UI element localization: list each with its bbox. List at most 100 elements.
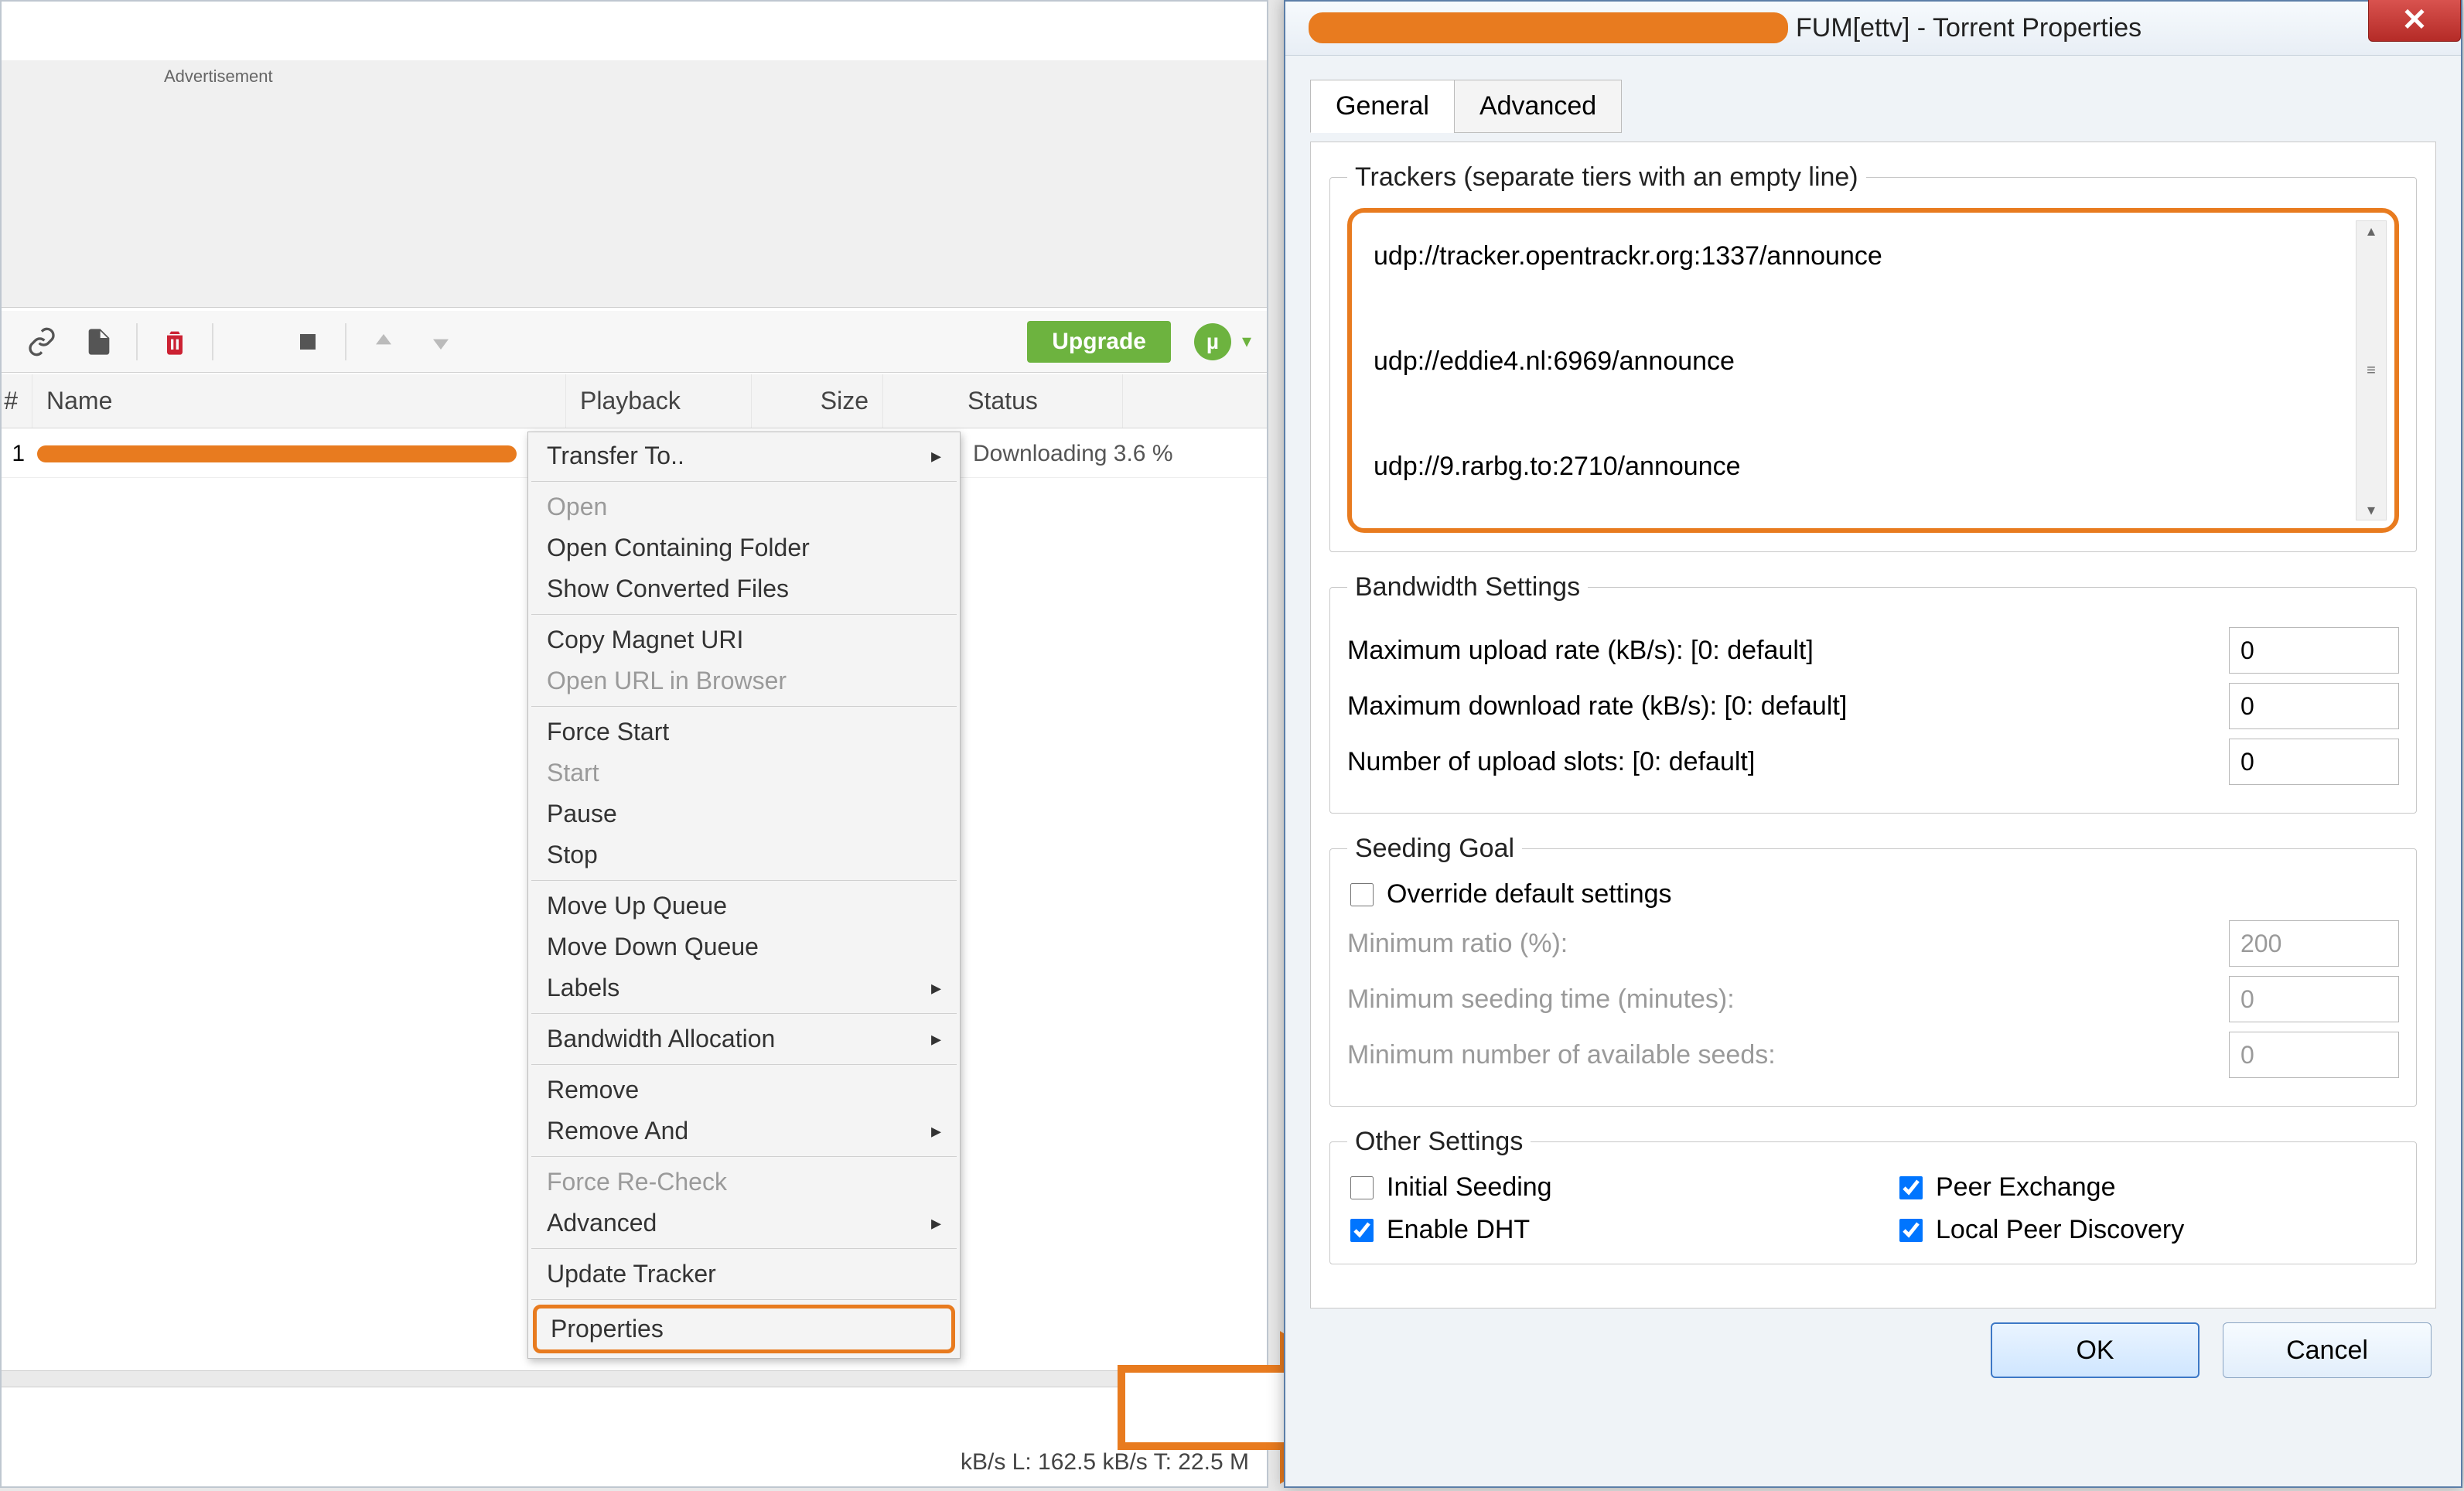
row-number: 1 (2, 441, 32, 467)
peer-exchange-checkbox[interactable] (1899, 1176, 1923, 1199)
col-header-size[interactable]: Size (752, 374, 883, 428)
menu-separator (531, 1013, 957, 1014)
upload-slots-input[interactable] (2229, 739, 2399, 785)
utorrent-logo-icon[interactable]: µ (1194, 323, 1231, 360)
other-settings-fieldset: Other Settings Initial Seeding Peer Exch… (1329, 1127, 2417, 1264)
toolbar-separator (345, 323, 346, 360)
menu-separator (531, 481, 957, 482)
menu-labels[interactable]: Labels ▸ (528, 967, 960, 1008)
menu-label: Stop (547, 841, 598, 869)
close-icon[interactable]: ✕ (2368, 0, 2461, 42)
menu-open-url-in-browser: Open URL in Browser (528, 660, 960, 701)
menu-label: Update Tracker (547, 1260, 716, 1288)
menu-move-down-queue[interactable]: Move Down Queue (528, 926, 960, 967)
move-down-icon[interactable] (416, 320, 466, 363)
seeding-goal-fieldset: Seeding Goal Override default settings M… (1329, 834, 2417, 1107)
submenu-arrow-icon: ▸ (931, 976, 941, 1000)
menu-force-start[interactable]: Force Start (528, 711, 960, 752)
menu-remove[interactable]: Remove (528, 1070, 960, 1111)
other-settings-legend: Other Settings (1347, 1127, 1531, 1157)
upgrade-button[interactable]: Upgrade (1027, 321, 1171, 363)
menu-stop[interactable]: Stop (528, 834, 960, 875)
chevron-down-icon[interactable]: ▾ (1242, 330, 1251, 353)
menu-separator (531, 1299, 957, 1300)
menu-label: Properties (551, 1315, 664, 1343)
menu-remove-and[interactable]: Remove And▸ (528, 1111, 960, 1152)
dialog-titlebar[interactable]: FUM[ettv] - Torrent Properties ✕ (1285, 2, 2461, 56)
menu-transfer-to[interactable]: Transfer To..▸ (528, 435, 960, 476)
min-available-seeds-label: Minimum number of available seeds: (1347, 1040, 1776, 1070)
scrollbar[interactable]: ▴≡▾ (2356, 220, 2387, 520)
menu-pause[interactable]: Pause (528, 793, 960, 834)
context-menu: Transfer To..▸ Open Open Containing Fold… (527, 432, 961, 1359)
scroll-up-icon[interactable]: ▴ (2367, 221, 2375, 241)
menu-label: Start (547, 759, 599, 787)
menu-label: Remove (547, 1076, 639, 1104)
menu-show-converted-files[interactable]: Show Converted Files (528, 568, 960, 609)
col-header-num[interactable]: # (2, 374, 32, 428)
trackers-highlight-box: ▴≡▾ (1347, 208, 2399, 533)
submenu-arrow-icon: ▸ (931, 1119, 941, 1143)
column-headers: # Name Playback Size Status (2, 374, 1267, 428)
menu-separator (531, 1156, 957, 1157)
local-peer-discovery-checkbox[interactable] (1899, 1219, 1923, 1242)
menu-label: Labels (547, 974, 619, 1002)
max-download-input[interactable] (2229, 683, 2399, 729)
menu-label: Open URL in Browser (547, 667, 787, 695)
add-torrent-icon[interactable] (74, 320, 124, 363)
advertisement-bar: Advertisement (2, 60, 1267, 308)
delete-icon[interactable] (150, 320, 200, 363)
toolbar: Upgrade µ ▾ (2, 311, 1267, 373)
menu-update-tracker[interactable]: Update Tracker (528, 1254, 960, 1295)
trackers-fieldset: Trackers (separate tiers with an empty l… (1329, 162, 2417, 552)
initial-seeding-checkbox[interactable] (1350, 1176, 1374, 1199)
upload-slots-label: Number of upload slots: [0: default] (1347, 747, 1755, 777)
move-up-icon[interactable] (359, 320, 408, 363)
menu-open-containing-folder[interactable]: Open Containing Folder (528, 527, 960, 568)
submenu-arrow-icon: ▸ (931, 1027, 941, 1051)
submenu-arrow-icon: ▸ (931, 1211, 941, 1235)
tab-strip: General Advanced (1310, 79, 2436, 132)
menu-start: Start (528, 752, 960, 793)
enable-dht-label: Enable DHT (1387, 1215, 1530, 1245)
dialog-title-text: FUM[ettv] - Torrent Properties (1796, 13, 2141, 43)
row-status: Downloading 3.6 % (973, 441, 1267, 467)
menu-advanced[interactable]: Advanced▸ (528, 1203, 960, 1244)
seeding-goal-legend: Seeding Goal (1347, 834, 1522, 864)
menu-label: Force Re-Check (547, 1168, 727, 1196)
enable-dht-checkbox[interactable] (1350, 1219, 1374, 1242)
menu-properties[interactable]: Properties (533, 1305, 955, 1353)
override-defaults-checkbox[interactable] (1350, 883, 1374, 906)
start-icon[interactable] (226, 320, 275, 363)
trackers-textarea[interactable] (1372, 228, 2374, 507)
min-ratio-label: Minimum ratio (%): (1347, 929, 1568, 959)
max-upload-label: Maximum upload rate (kB/s): [0: default] (1347, 636, 1814, 666)
menu-separator (531, 1248, 957, 1249)
submenu-arrow-icon: ▸ (931, 444, 941, 468)
menu-move-up-queue[interactable]: Move Up Queue (528, 885, 960, 926)
menu-bandwidth-allocation[interactable]: Bandwidth Allocation ▸ (528, 1018, 960, 1059)
general-panel: Trackers (separate tiers with an empty l… (1310, 142, 2436, 1308)
title-redacted (1309, 12, 1788, 43)
menu-label: Bandwidth Allocation (547, 1025, 775, 1053)
add-url-icon[interactable] (17, 320, 67, 363)
col-header-playback[interactable]: Playback (566, 374, 752, 428)
stop-icon[interactable] (283, 320, 333, 363)
min-available-seeds-input (2229, 1032, 2399, 1078)
cancel-button[interactable]: Cancel (2223, 1322, 2432, 1378)
toolbar-separator (212, 323, 213, 360)
bandwidth-legend: Bandwidth Settings (1347, 572, 1588, 602)
tab-advanced[interactable]: Advanced (1454, 80, 1622, 133)
col-header-name[interactable]: Name (32, 374, 566, 428)
scroll-down-icon[interactable]: ▾ (2367, 500, 2375, 520)
col-header-status[interactable]: Status (883, 374, 1123, 428)
min-seed-time-input (2229, 976, 2399, 1022)
tab-general[interactable]: General (1310, 80, 1455, 133)
ok-button[interactable]: OK (1991, 1322, 2200, 1378)
peer-exchange-label: Peer Exchange (1936, 1172, 2116, 1203)
max-download-label: Maximum download rate (kB/s): [0: defaul… (1347, 691, 1847, 722)
torrent-properties-dialog: FUM[ettv] - Torrent Properties ✕ General… (1284, 0, 2462, 1488)
menu-copy-magnet-uri[interactable]: Copy Magnet URI (528, 619, 960, 660)
max-upload-input[interactable] (2229, 627, 2399, 674)
initial-seeding-label: Initial Seeding (1387, 1172, 1552, 1203)
